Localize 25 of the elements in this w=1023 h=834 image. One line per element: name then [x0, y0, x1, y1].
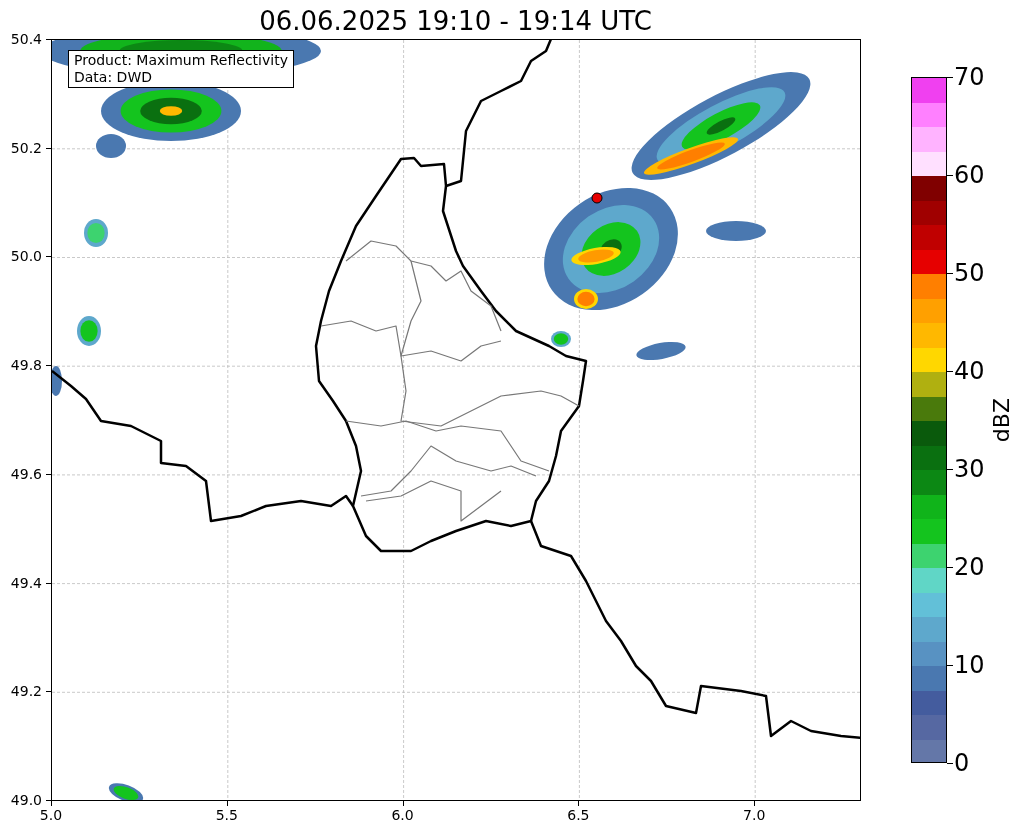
axis-tick-label: 50.0 — [9, 247, 42, 266]
colorbar-tick-label: 70 — [954, 63, 985, 91]
axis-tick-label: 50.2 — [9, 138, 42, 157]
axis-tick-label: 6.5 — [566, 806, 591, 824]
axis-tick-label: 50.4 — [9, 30, 42, 48]
info-text: Data: DWD — [74, 69, 153, 86]
colorbar-tick-label: 60 — [954, 161, 985, 189]
axis-tick-label: 6.0 — [390, 806, 415, 824]
colorbar-tick-label: 30 — [954, 455, 985, 483]
axis-tick-label: 49.6 — [9, 464, 42, 483]
colorbar-tick-label: 0 — [954, 749, 970, 777]
colorbar-tick-label: 20 — [954, 553, 985, 581]
colorbar-tick-label: 10 — [954, 651, 985, 679]
axis-tick-label: 49.8 — [9, 356, 42, 375]
axis-tick-label: 49.2 — [9, 682, 42, 701]
colorbar-tick-label: 50 — [954, 259, 985, 287]
colorbar-tick-label: 40 — [954, 357, 985, 385]
chart-title: 06.06.2025 19:10 - 19:14 UTC — [259, 6, 652, 36]
axis-tick-label: 5.0 — [38, 806, 64, 824]
info-text: Product: Maximum Reflectivity — [74, 52, 288, 69]
axis-tick-label: 7.0 — [742, 806, 767, 824]
colorbar-label: dBZ — [989, 398, 1015, 443]
axis-tick-label: 49.4 — [9, 573, 42, 592]
axis-tick-label: 49.0 — [9, 790, 42, 809]
axis-tick-label: 5.5 — [214, 806, 239, 824]
